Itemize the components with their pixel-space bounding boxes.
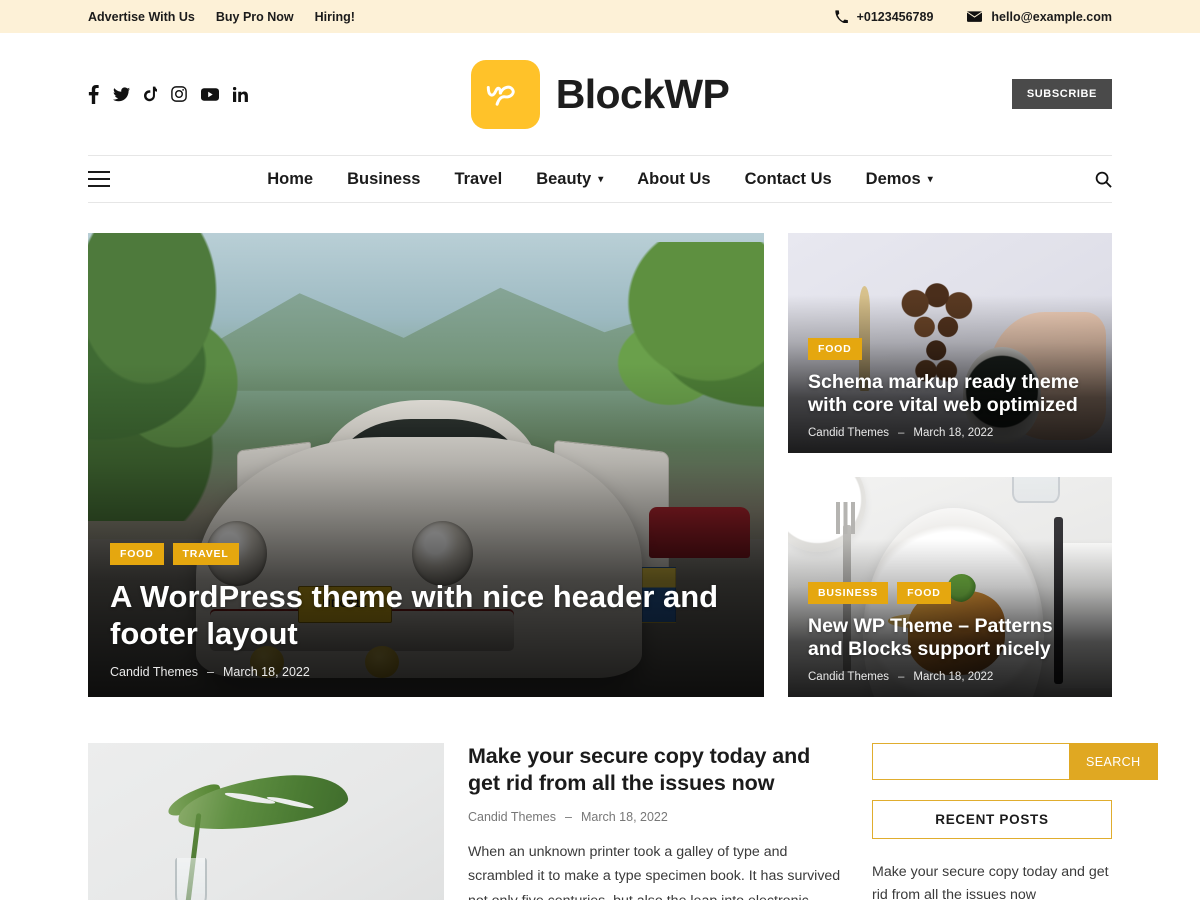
- meta-separator: –: [897, 427, 905, 439]
- nav-label: Home: [267, 169, 314, 188]
- nav-item-demos[interactable]: Demos ▾: [849, 170, 950, 189]
- search-input[interactable]: [872, 743, 1069, 780]
- post-date: March 18, 2022: [913, 427, 994, 439]
- category-badges: FOOD: [808, 338, 1092, 361]
- meta-separator: –: [565, 809, 572, 824]
- chevron-down-icon: ▾: [598, 174, 604, 185]
- social-links: [88, 84, 248, 104]
- category-badges: BUSINESS FOOD: [808, 582, 1092, 605]
- post-thumbnail[interactable]: [88, 743, 444, 900]
- secondary-post-card-2[interactable]: BUSINESS FOOD New WP Theme – Patterns an…: [788, 477, 1112, 697]
- linkedin-icon[interactable]: [233, 86, 248, 102]
- nav-label: Business: [347, 169, 421, 188]
- instagram-icon[interactable]: [171, 86, 187, 102]
- top-bar-contact: +0123456789 hello@example.com: [834, 9, 1112, 24]
- nav-label: Travel: [454, 169, 503, 188]
- envelope-icon: [967, 10, 983, 23]
- twitter-icon[interactable]: [113, 86, 130, 102]
- category-badge-food[interactable]: FOOD: [897, 582, 951, 605]
- secondary-post-title-1[interactable]: Schema markup ready theme with core vita…: [808, 371, 1092, 417]
- wp-monogram-icon[interactable]: [470, 59, 540, 129]
- category-badge-food[interactable]: FOOD: [110, 543, 164, 566]
- hero-section: UDC811 FOOD TRAVEL A WordPress theme wit…: [88, 233, 1112, 697]
- content-area: Make your secure copy today and get rid …: [88, 743, 1158, 900]
- nav-label: Contact Us: [744, 169, 832, 188]
- nav-label: About Us: [637, 169, 711, 188]
- topbar-link-advertise[interactable]: Advertise With Us: [88, 10, 195, 24]
- nav-item-business[interactable]: Business: [330, 170, 437, 189]
- nav-item-home[interactable]: Home: [250, 170, 330, 189]
- category-badge-business[interactable]: BUSINESS: [808, 582, 889, 605]
- page-root: Advertise With Us Buy Pro Now Hiring! +0…: [0, 0, 1200, 900]
- nav-item-beauty[interactable]: Beauty ▾: [519, 170, 620, 189]
- featured-post-title[interactable]: A WordPress theme with nice header and f…: [110, 579, 742, 652]
- post-summary: Make your secure copy today and get rid …: [468, 743, 848, 900]
- post-author[interactable]: Candid Themes: [808, 427, 889, 439]
- phone-icon: [834, 10, 848, 23]
- recent-posts-title: RECENT POSTS: [872, 800, 1112, 839]
- meta-separator: –: [897, 671, 905, 683]
- meta-separator: –: [207, 665, 214, 679]
- nav-label: Beauty: [536, 169, 592, 188]
- nav-item-about-us[interactable]: About Us: [620, 170, 727, 189]
- brand-name[interactable]: BlockWP: [556, 71, 730, 118]
- phone-number: +0123456789: [856, 9, 934, 24]
- category-badge-food[interactable]: FOOD: [808, 338, 862, 361]
- post-date: March 18, 2022: [580, 809, 668, 824]
- secondary-post-meta-1: Candid Themes – March 18, 2022: [808, 427, 1092, 439]
- category-badges: FOOD TRAVEL: [110, 543, 742, 566]
- top-bar: Advertise With Us Buy Pro Now Hiring! +0…: [0, 0, 1200, 33]
- nav-menu: Home Business Travel Beauty ▾ About Us Co…: [88, 170, 1112, 189]
- youtube-icon[interactable]: [201, 87, 219, 101]
- secondary-post-content-2: BUSINESS FOOD New WP Theme – Patterns an…: [808, 582, 1092, 683]
- recent-post-item[interactable]: Make your secure copy today and get rid …: [872, 861, 1112, 900]
- post-date: March 18, 2022: [913, 671, 994, 683]
- email-contact[interactable]: hello@example.com: [967, 10, 1112, 24]
- post-author[interactable]: Candid Themes: [468, 810, 556, 824]
- category-badge-travel[interactable]: TRAVEL: [172, 543, 239, 566]
- search-button[interactable]: SEARCH: [1069, 743, 1158, 780]
- secondary-post-card-1[interactable]: FOOD Schema markup ready theme with core…: [788, 233, 1112, 453]
- email-address: hello@example.com: [991, 9, 1112, 24]
- featured-post-meta: Candid Themes – March 18, 2022: [110, 665, 742, 679]
- search-widget: SEARCH: [872, 743, 1158, 780]
- post-author[interactable]: Candid Themes: [808, 671, 889, 683]
- post-title[interactable]: Make your secure copy today and get rid …: [468, 743, 848, 797]
- secondary-post-title-2[interactable]: New WP Theme – Patterns and Blocks suppo…: [808, 615, 1092, 661]
- primary-navigation: Home Business Travel Beauty ▾ About Us Co…: [88, 155, 1112, 203]
- post-date: March 18, 2022: [222, 665, 310, 679]
- topbar-link-buy-pro[interactable]: Buy Pro Now: [216, 10, 294, 24]
- subscribe-button[interactable]: SUBSCRIBE: [1011, 79, 1112, 109]
- featured-post-content: FOOD TRAVEL A WordPress theme with nice …: [110, 543, 742, 679]
- site-header: BlockWP SUBSCRIBE: [0, 33, 1200, 155]
- topbar-link-hiring[interactable]: Hiring!: [315, 10, 355, 24]
- post-excerpt: When an unknown printer took a galley of…: [468, 843, 841, 900]
- phone-contact[interactable]: +0123456789: [834, 9, 934, 24]
- post-thumbnail-image: [88, 743, 444, 900]
- nav-label: Demos: [865, 169, 921, 188]
- nav-item-contact-us[interactable]: Contact Us: [728, 170, 849, 189]
- secondary-posts-column: FOOD Schema markup ready theme with core…: [788, 233, 1112, 697]
- sidebar: SEARCH RECENT POSTS Make your secure cop…: [872, 743, 1158, 900]
- facebook-icon[interactable]: [88, 84, 99, 104]
- secondary-post-meta-2: Candid Themes – March 18, 2022: [808, 671, 1092, 683]
- secondary-post-content-1: FOOD Schema markup ready theme with core…: [808, 338, 1092, 439]
- tiktok-icon[interactable]: [144, 86, 157, 102]
- nav-item-travel[interactable]: Travel: [437, 170, 519, 189]
- featured-post-card[interactable]: UDC811 FOOD TRAVEL A WordPress theme wit…: [88, 233, 764, 697]
- post-author[interactable]: Candid Themes: [110, 665, 198, 679]
- top-bar-links: Advertise With Us Buy Pro Now Hiring!: [88, 10, 355, 24]
- chevron-down-icon: ▾: [927, 174, 933, 185]
- post-meta: Candid Themes – March 18, 2022: [468, 810, 848, 824]
